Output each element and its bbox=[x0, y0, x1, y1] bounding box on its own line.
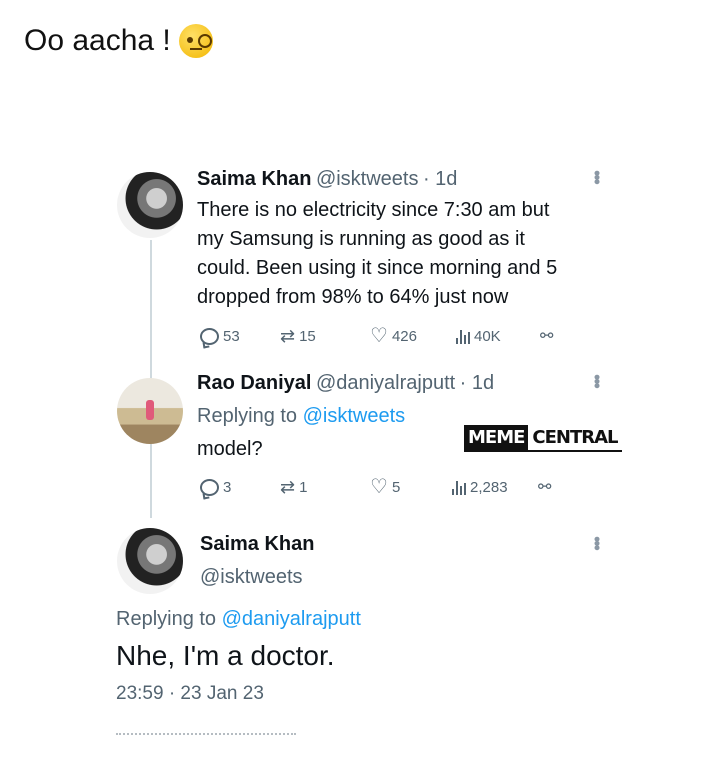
share-icon: ⚯ bbox=[540, 328, 554, 345]
views-button[interactable]: 40K bbox=[456, 328, 540, 345]
reply-icon bbox=[200, 327, 219, 345]
watermark-part1: MEME bbox=[464, 425, 529, 450]
retweet-icon: ⇄ bbox=[280, 477, 296, 497]
tweet2-text: model? bbox=[197, 438, 263, 460]
replying-prefix: Replying to bbox=[116, 608, 222, 630]
views-chart-icon bbox=[456, 328, 470, 344]
caption-text: Oo aacha ! bbox=[24, 24, 171, 57]
avatar[interactable] bbox=[117, 528, 183, 594]
cropped-divider bbox=[116, 733, 296, 735]
retweet-count: 1 bbox=[299, 478, 308, 496]
like-count: 426 bbox=[391, 327, 417, 345]
replying-to: Replying to @daniyalrajputt bbox=[116, 608, 361, 631]
tweet2-actions: 3 ⇄ 1 ♡ 5 2,283 ⚯ bbox=[200, 477, 560, 497]
tweet-time: · 1d bbox=[459, 372, 495, 394]
heart-icon: ♡ bbox=[370, 476, 388, 498]
tweet1-body: There is no electricity since 7:30 am bu… bbox=[197, 196, 617, 312]
tweet1-header: Saima Khan @isktweets · 1d bbox=[197, 168, 457, 191]
replying-prefix: Replying to bbox=[197, 405, 303, 427]
author-handle[interactable]: @isktweets bbox=[316, 168, 419, 190]
reply-count: 53 bbox=[223, 327, 240, 345]
author-name[interactable]: Saima Khan bbox=[197, 168, 311, 190]
tweet-text-line: dropped from 98% to 64% just now bbox=[197, 286, 509, 308]
views-chart-icon bbox=[452, 479, 466, 495]
watermark-part2: CENTRAL bbox=[532, 427, 618, 448]
view-count: 40K bbox=[474, 327, 501, 345]
like-button[interactable]: ♡ 5 bbox=[370, 477, 452, 497]
like-button[interactable]: ♡ 426 bbox=[370, 326, 456, 346]
heart-icon: ♡ bbox=[370, 325, 388, 347]
face-with-monocle-emoji-icon bbox=[178, 24, 213, 58]
replying-to: Replying to @isktweets bbox=[197, 402, 405, 431]
tweet3-text: Nhe, I'm a doctor. bbox=[116, 640, 335, 671]
reply-button[interactable]: 53 bbox=[200, 327, 280, 345]
avatar[interactable] bbox=[117, 172, 183, 238]
more-options-icon[interactable]: ••• bbox=[586, 374, 607, 387]
reply-button[interactable]: 3 bbox=[200, 478, 280, 496]
replying-to-link[interactable]: @daniyalrajputt bbox=[222, 608, 361, 630]
share-button[interactable]: ⚯ bbox=[540, 326, 553, 346]
more-options-icon[interactable]: ••• bbox=[586, 170, 607, 183]
retweet-icon: ⇄ bbox=[280, 326, 296, 346]
retweet-button[interactable]: ⇄ 1 bbox=[280, 478, 370, 496]
caption: Oo aacha ! bbox=[24, 24, 213, 58]
retweet-button[interactable]: ⇄ 15 bbox=[280, 327, 370, 345]
like-count: 5 bbox=[391, 478, 401, 496]
tweet-text-line: my Samsung is running as good as it bbox=[197, 228, 525, 250]
more-options-icon[interactable]: ••• bbox=[586, 536, 607, 549]
retweet-count: 15 bbox=[299, 327, 316, 345]
tweet-timestamp[interactable]: 23:59 · 23 Jan 23 bbox=[116, 683, 264, 705]
tweet2-header: Rao Daniyal @daniyalrajputt · 1d bbox=[197, 372, 494, 395]
tweet-text-line: could. Been using it since morning and 5 bbox=[197, 257, 558, 279]
views-button[interactable]: 2,283 bbox=[452, 479, 538, 496]
author-handle[interactable]: @daniyalrajputt bbox=[316, 372, 455, 394]
tweet-time: · 1d bbox=[422, 168, 458, 190]
share-icon: ⚯ bbox=[538, 479, 552, 496]
share-button[interactable]: ⚯ bbox=[538, 477, 551, 497]
view-count: 2,283 bbox=[470, 478, 508, 496]
tweet-text-line: There is no electricity since 7:30 am bu… bbox=[197, 199, 550, 221]
tweet1-actions: 53 ⇄ 15 ♡ 426 40K ⚯ bbox=[200, 326, 560, 346]
reply-count: 3 bbox=[223, 478, 232, 496]
avatar[interactable] bbox=[117, 378, 183, 444]
author-name[interactable]: Rao Daniyal bbox=[197, 372, 311, 394]
meme-central-watermark: MEME CENTRAL bbox=[464, 425, 622, 452]
author-handle[interactable]: @isktweets bbox=[200, 566, 303, 589]
replying-to-link[interactable]: @isktweets bbox=[303, 405, 406, 427]
reply-icon bbox=[200, 478, 219, 496]
author-name[interactable]: Saima Khan bbox=[200, 533, 314, 556]
